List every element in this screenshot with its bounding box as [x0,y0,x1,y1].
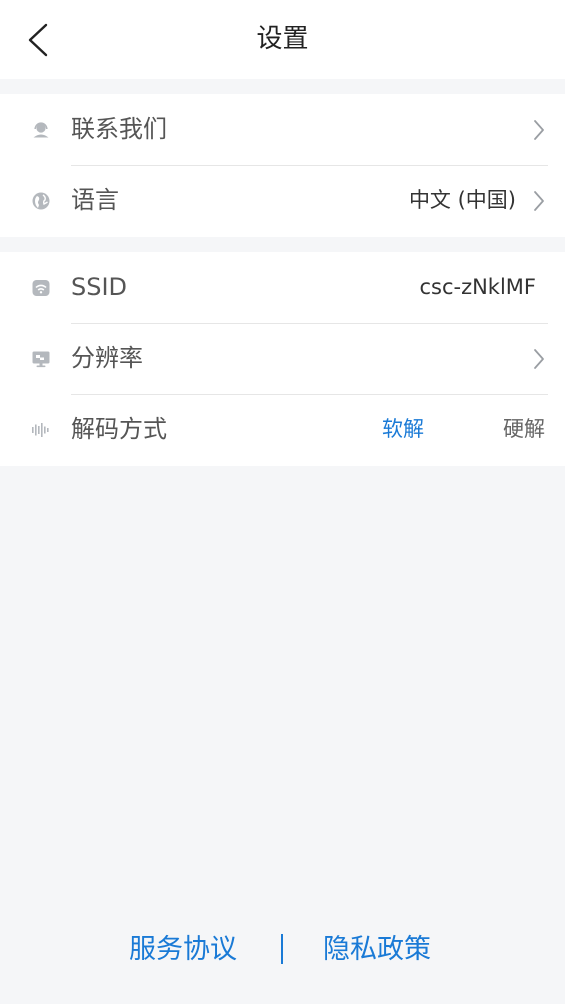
header-bar: 设置 [0,0,565,79]
language-value: 中文 (中国) [408,188,516,212]
headset-icon [31,120,51,140]
page-title: 设置 [256,24,309,54]
back-button[interactable] [18,20,58,60]
footer-links: 服务协议 隐私政策 [0,925,565,975]
globe-icon [31,191,51,211]
software-decode-option[interactable]: 软解 [382,394,424,465]
chevron-right-icon [533,119,545,141]
chevron-left-icon [28,23,48,57]
ssid-row: SSID csc-zNklMF [0,252,565,323]
monitor-icon [31,349,51,369]
chevron-right-icon [533,190,545,212]
ssid-value: csc-zNklMF [419,275,536,299]
chevron-right-icon [533,348,545,370]
settings-group-device: SSID csc-zNklMF 分辨率 解码方式 软解 硬解 [0,252,565,466]
settings-group-general: 联系我们 语言 中文 (中国) [0,94,565,237]
waveform-icon [31,420,51,440]
ssid-label: SSID [71,273,128,301]
decode-mode-label: 解码方式 [71,415,167,443]
settings-screen: 设置 联系我们 语言 中文 (中国) SSID csc-zNklMF 分辨率 解… [0,0,565,1004]
hardware-decode-option[interactable]: 硬解 [503,394,545,465]
language-label: 语言 [71,186,119,214]
resolution-row[interactable]: 分辨率 [0,323,565,394]
service-agreement-link[interactable]: 服务协议 [129,925,237,975]
language-row[interactable]: 语言 中文 (中国) [0,165,565,236]
contact-us-label: 联系我们 [71,115,167,143]
wifi-icon [31,278,51,298]
decode-mode-row: 解码方式 软解 硬解 [0,394,565,465]
resolution-label: 分辨率 [71,344,143,372]
footer-separator [281,934,283,964]
privacy-policy-link[interactable]: 隐私政策 [323,925,431,975]
contact-us-row[interactable]: 联系我们 [0,94,565,165]
